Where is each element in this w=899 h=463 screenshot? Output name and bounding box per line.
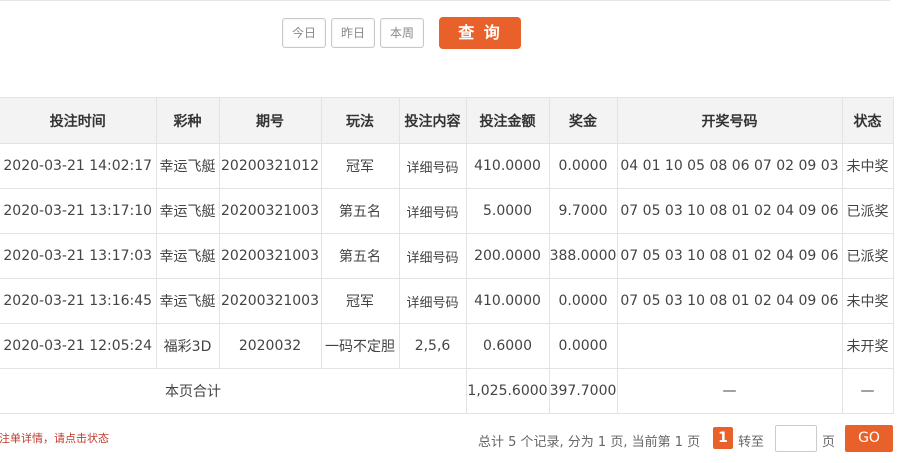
draw-numbers: 07 05 03 10 08 01 02 04 09 06: [616, 188, 843, 234]
date-filter-bar: 今日 昨日 本周 查 询: [0, 0, 899, 60]
lottery-type: 福彩3D: [155, 323, 220, 369]
lottery-type: 幸运飞艇: [155, 188, 220, 234]
column-header-amount: 投注金额: [465, 97, 550, 144]
issue-number: 20200321003: [218, 188, 322, 234]
pagination: 总计 5 个记录, 分为 1 页, 当前第 1 页 1 转至 页 GO: [0, 425, 899, 453]
this-week-button[interactable]: 本周: [380, 18, 424, 48]
bet-time: 2020-03-21 14:02:17: [0, 143, 157, 189]
summary-row: 本页合计 1,025.6000 397.7000 — —: [0, 368, 894, 414]
status-link[interactable]: 未中奖: [841, 278, 894, 324]
column-header-time: 投注时间: [0, 97, 157, 144]
table-row: 2020-03-21 13:17:03 幸运飞艇 20200321003 第五名…: [0, 233, 894, 279]
summary-amount: 1,025.6000: [465, 368, 550, 414]
issue-number: 20200321012: [218, 143, 322, 189]
status-link[interactable]: 已派奖: [841, 188, 894, 234]
play-type: 冠军: [320, 278, 400, 324]
play-type: 一码不定胆: [320, 323, 400, 369]
column-header-issue: 期号: [218, 97, 322, 144]
issue-number: 20200321003: [218, 278, 322, 324]
query-button[interactable]: 查 询: [439, 17, 521, 49]
play-type: 第五名: [320, 233, 400, 279]
lottery-type: 幸运飞艇: [155, 143, 220, 189]
bet-amount: 410.0000: [465, 143, 550, 189]
column-header-play: 玩法: [320, 97, 400, 144]
prize-amount: 0.0000: [548, 143, 618, 189]
column-header-content: 投注内容: [398, 97, 467, 144]
prize-amount: 0.0000: [548, 323, 618, 369]
table-row: 2020-03-21 13:16:45 幸运飞艇 20200321003 冠军 …: [0, 278, 894, 324]
bet-amount: 410.0000: [465, 278, 550, 324]
column-header-lottery: 彩种: [155, 97, 220, 144]
bet-time: 2020-03-21 13:16:45: [0, 278, 157, 324]
goto-page-input[interactable]: [775, 425, 817, 452]
bet-amount: 5.0000: [465, 188, 550, 234]
column-header-draw-numbers: 开奖号码: [616, 97, 843, 144]
table-row: 2020-03-21 13:17:10 幸运飞艇 20200321003 第五名…: [0, 188, 894, 234]
detail-numbers-link[interactable]: 详细号码: [398, 188, 467, 234]
detail-numbers-link[interactable]: 详细号码: [398, 278, 467, 324]
detail-numbers-link[interactable]: 详细号码: [398, 143, 467, 189]
play-type: 第五名: [320, 188, 400, 234]
table-row: 2020-03-21 14:02:17 幸运飞艇 20200321012 冠军 …: [0, 143, 894, 189]
lottery-type: 幸运飞艇: [155, 233, 220, 279]
status-link[interactable]: 已派奖: [841, 233, 894, 279]
bet-amount: 0.6000: [465, 323, 550, 369]
yesterday-button[interactable]: 昨日: [331, 18, 375, 48]
column-header-prize: 奖金: [548, 97, 618, 144]
go-button[interactable]: GO: [845, 425, 893, 452]
table-header-row: 投注时间 彩种 期号 玩法 投注内容 投注金额 奖金 开奖号码 状态: [0, 97, 894, 144]
bet-time: 2020-03-21 12:05:24: [0, 323, 157, 369]
issue-number: 20200321003: [218, 233, 322, 279]
bet-time: 2020-03-21 13:17:03: [0, 233, 157, 279]
summary-status: —: [841, 368, 894, 414]
draw-numbers: 07 05 03 10 08 01 02 04 09 06: [616, 278, 843, 324]
column-header-status: 状态: [841, 97, 894, 144]
play-type: 冠军: [320, 143, 400, 189]
bet-amount: 200.0000: [465, 233, 550, 279]
page-unit-label: 页: [822, 435, 836, 450]
issue-number: 2020032: [218, 323, 322, 369]
prize-amount: 388.0000: [548, 233, 618, 279]
detail-numbers-link[interactable]: 详细号码: [398, 233, 467, 279]
draw-numbers: [616, 323, 843, 369]
summary-prize: 397.7000: [548, 368, 618, 414]
bet-content: 2,5,6: [398, 323, 467, 369]
bet-time: 2020-03-21 13:17:10: [0, 188, 157, 234]
current-page-button[interactable]: 1: [713, 427, 733, 449]
draw-numbers: 04 01 10 05 08 06 07 02 09 03: [616, 143, 843, 189]
status-link[interactable]: 未中奖: [841, 143, 894, 189]
pager-summary: 总计 5 个记录, 分为 1 页, 当前第 1 页: [478, 435, 701, 450]
status-link[interactable]: 未开奖: [841, 323, 894, 369]
summary-label: 本页合计: [0, 368, 467, 414]
today-button[interactable]: 今日: [282, 18, 326, 48]
table-row: 2020-03-21 12:05:24 福彩3D 2020032 一码不定胆 2…: [0, 323, 894, 369]
prize-amount: 9.7000: [548, 188, 618, 234]
draw-numbers: 07 05 03 10 08 01 02 04 09 06: [616, 233, 843, 279]
prize-amount: 0.0000: [548, 278, 618, 324]
goto-label: 转至: [738, 435, 765, 450]
lottery-type: 幸运飞艇: [155, 278, 220, 324]
bet-records-table: 投注时间 彩种 期号 玩法 投注内容 投注金额 奖金 开奖号码 状态 2020-…: [0, 97, 894, 414]
summary-draw: —: [616, 368, 843, 414]
